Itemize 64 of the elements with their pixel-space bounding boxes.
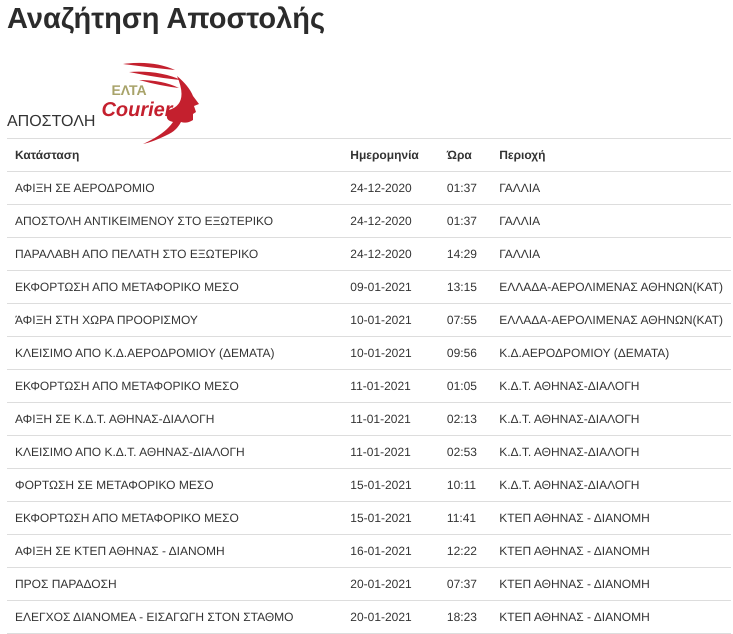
table-cell: ΠΑΡΑΛΑΒΗ ΑΠΟ ΠΕΛΑΤΗ ΣΤΟ ΕΞΩΤΕΡΙΚΟ [15,247,258,261]
table-cell: ΑΠΟΣΤΟΛΗ ΑΝΤΙΚΕΙΜΕΝΟΥ ΣΤΟ ΕΞΩΤΕΡΙΚΟ [15,214,274,228]
column-header: Ημερομηνία [350,148,419,162]
table-cell: ΚΤΕΠ ΑΘΗΝΑΣ - ΔΙΑΝΟΜΗ [499,610,650,624]
table-cell: 01:05 [446,379,477,393]
column-header: Ώρα [446,148,472,162]
table-cell: 10:11 [446,478,476,492]
table-cell: ΦΟΡΤΩΣΗ ΣΕ ΜΕΤΑΦΟΡΙΚΟ ΜΕΣΟ [15,478,214,492]
table-cell: Κ.Δ.Τ. ΑΘΗΝΑΣ-ΔΙΑΛΟΓΗ [499,412,640,426]
table-cell: ΑΦΙΞΗ ΣΕ Κ.Δ.Τ. ΑΘΗΝΑΣ-ΔΙΑΛΟΓΗ [15,412,214,426]
table-cell: 01:37 [446,181,477,195]
table-cell: 16-01-2021 [350,544,412,558]
table-cell: ΓΑΛΛΙΑ [499,247,540,261]
table-cell: ΆΦΙΞΗ ΣΤΗ ΧΩΡΑ ΠΡΟΟΡΙΣΜΟΥ [15,313,198,327]
table-cell: Κ.Δ.Τ. ΑΘΗΝΑΣ-ΔΙΑΛΟΓΗ [499,478,640,492]
column-header: Κατάσταση [15,148,80,162]
table-cell: 10-01-2021 [350,313,412,327]
table-cell: 15-01-2021 [350,511,412,525]
table-cell: Κ.Δ.Τ. ΑΘΗΝΑΣ-ΔΙΑΛΟΓΗ [499,445,640,459]
table-cell: 11-01-2021 [350,379,411,393]
table-cell: ΕΚΦΟΡΤΩΣΗ ΑΠΟ ΜΕΤΑΦΟΡΙΚΟ ΜΕΣΟ [15,511,239,525]
table-cell: 07:55 [446,313,477,327]
page-title: Αναζήτηση Αποστολής [7,2,326,36]
table-cell: 01:37 [446,214,477,228]
table-cell: 24-12-2020 [350,181,412,195]
table-cell: 09-01-2021 [350,280,412,294]
table-cell: 24-12-2020 [350,214,412,228]
table-cell: 02:13 [446,412,477,426]
table-cell: 20-01-2021 [350,610,412,624]
table-cell: ΓΑΛΛΙΑ [499,181,540,195]
table-cell: 14:29 [446,247,477,261]
table-cell: 11-01-2021 [350,445,411,459]
logo-text: ΕΛΤΑ [111,82,147,98]
table-cell: ΕΚΦΟΡΤΩΣΗ ΑΠΟ ΜΕΤΑΦΟΡΙΚΟ ΜΕΣΟ [15,280,239,294]
table-cell: 02:53 [446,445,477,459]
table-cell: 11-01-2021 [350,412,411,426]
table-cell: ΕΛΛΑΔΑ-ΑΕΡΟΛΙΜΕΝΑΣ ΑΘΗΝΩΝ(ΚΑΤ) [499,280,723,294]
section-label: ΑΠΟΣΤΟΛΗ [7,112,96,132]
table-cell: ΕΚΦΟΡΤΩΣΗ ΑΠΟ ΜΕΤΑΦΟΡΙΚΟ ΜΕΣΟ [15,379,239,393]
table-cell: ΚΤΕΠ ΑΘΗΝΑΣ - ΔΙΑΝΟΜΗ [499,511,650,525]
table-cell: Κ.Δ.ΑΕΡΟΔΡΟΜΙΟΥ (ΔΕΜΑΤΑ) [499,346,670,360]
table-cell: 24-12-2020 [350,247,412,261]
table-cell: ΓΑΛΛΙΑ [499,214,540,228]
table-cell: ΑΦΙΞΗ ΣΕ ΚΤΕΠ ΑΘΗΝΑΣ - ΔΙΑΝΟΜΗ [15,544,225,558]
table-cell: 10-01-2021 [350,346,412,360]
table-cell: 20-01-2021 [350,577,412,591]
table-cell: ΑΦΙΞΗ ΣΕ ΑΕΡΟΔΡΟΜΙΟ [15,181,155,195]
table-cell: ΚΤΕΠ ΑΘΗΝΑΣ - ΔΙΑΝΟΜΗ [499,577,650,591]
table-cell: ΚΛΕΙΣΙΜΟ ΑΠΟ Κ.Δ.ΑΕΡΟΔΡΟΜΙΟΥ (ΔΕΜΑΤΑ) [15,346,275,360]
table-cell: ΚΛΕΙΣΙΜΟ ΑΠΟ Κ.Δ.Τ. ΑΘΗΝΑΣ-ΔΙΑΛΟΓΗ [15,445,245,459]
table-cell: ΚΤΕΠ ΑΘΗΝΑΣ - ΔΙΑΝΟΜΗ [499,544,650,558]
table-cell: 13:15 [446,280,477,294]
table-cell: ΠΡΟΣ ΠΑΡΑΔΟΣΗ [15,577,117,591]
table-cell: Κ.Δ.Τ. ΑΘΗΝΑΣ-ΔΙΑΛΟΓΗ [499,379,640,393]
table-cell: 09:56 [446,346,477,360]
table-cell: 15-01-2021 [350,478,412,492]
column-header: Περιοχή [499,148,546,162]
table-cell: 18:23 [446,610,477,624]
table-cell: 07:37 [446,577,477,591]
table-cell: 12:22 [446,544,477,558]
table-cell: 11:41 [446,511,476,525]
table-cell: ΕΛΛΑΔΑ-ΑΕΡΟΛΙΜΕΝΑΣ ΑΘΗΝΩΝ(ΚΑΤ) [499,313,723,327]
logo-text: Courier [101,99,173,121]
table-cell: ΕΛΕΓΧΟΣ ΔΙΑΝΟΜΕΑ - ΕΙΣΑΓΩΓΗ ΣΤΟΝ ΣΤΑΘΜΟ [15,610,294,624]
